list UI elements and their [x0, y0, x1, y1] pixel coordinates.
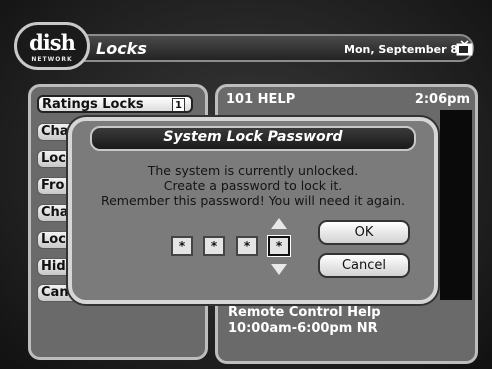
- menu-item-label: Loc: [41, 232, 66, 247]
- dialog-title: System Lock Password: [163, 129, 343, 145]
- dialog-message-line: Create a password to lock it.: [163, 178, 343, 193]
- dialog-message-line: Remember this password! You will need it…: [100, 193, 406, 208]
- arrow-up-icon[interactable]: [271, 218, 287, 229]
- dish-network-logo: dish NETWORK: [14, 22, 90, 70]
- menu-item-label: Cha: [41, 124, 69, 139]
- channel-name: 101 HELP: [226, 92, 296, 107]
- program-title: Remote Control Help: [228, 305, 381, 320]
- menu-item-ratings-locks[interactable]: Ratings Locks 1: [37, 95, 193, 113]
- menu-item-label: Ratings Locks: [42, 97, 144, 112]
- current-time: 2:06pm: [414, 92, 470, 107]
- header-date: Mon, September 8: [344, 43, 459, 56]
- password-digit[interactable]: *: [203, 236, 225, 256]
- page-title: Locks: [96, 39, 147, 58]
- menu-item-label: Hid: [41, 259, 66, 274]
- menu-item-number: 1: [172, 98, 185, 111]
- menu-item-label: Loc: [41, 151, 66, 166]
- password-digit-active[interactable]: *: [268, 236, 290, 256]
- menu-item-label: Cha: [41, 205, 69, 220]
- password-digit[interactable]: *: [236, 236, 258, 256]
- video-preview: [440, 110, 472, 300]
- menu-item-label: Can: [41, 285, 69, 300]
- program-time: 10:00am-6:00pm NR: [228, 321, 378, 336]
- logo-subtext: NETWORK: [31, 56, 73, 63]
- cancel-button[interactable]: Cancel: [318, 253, 410, 278]
- tv-icon: [456, 40, 473, 56]
- password-digit[interactable]: *: [171, 236, 193, 256]
- logo-text: dish: [29, 30, 76, 55]
- dialog-message-line: The system is currently unlocked.: [147, 163, 359, 178]
- menu-item-label: Fro: [41, 178, 65, 193]
- ok-button[interactable]: OK: [318, 220, 410, 245]
- arrow-down-icon[interactable]: [271, 264, 287, 275]
